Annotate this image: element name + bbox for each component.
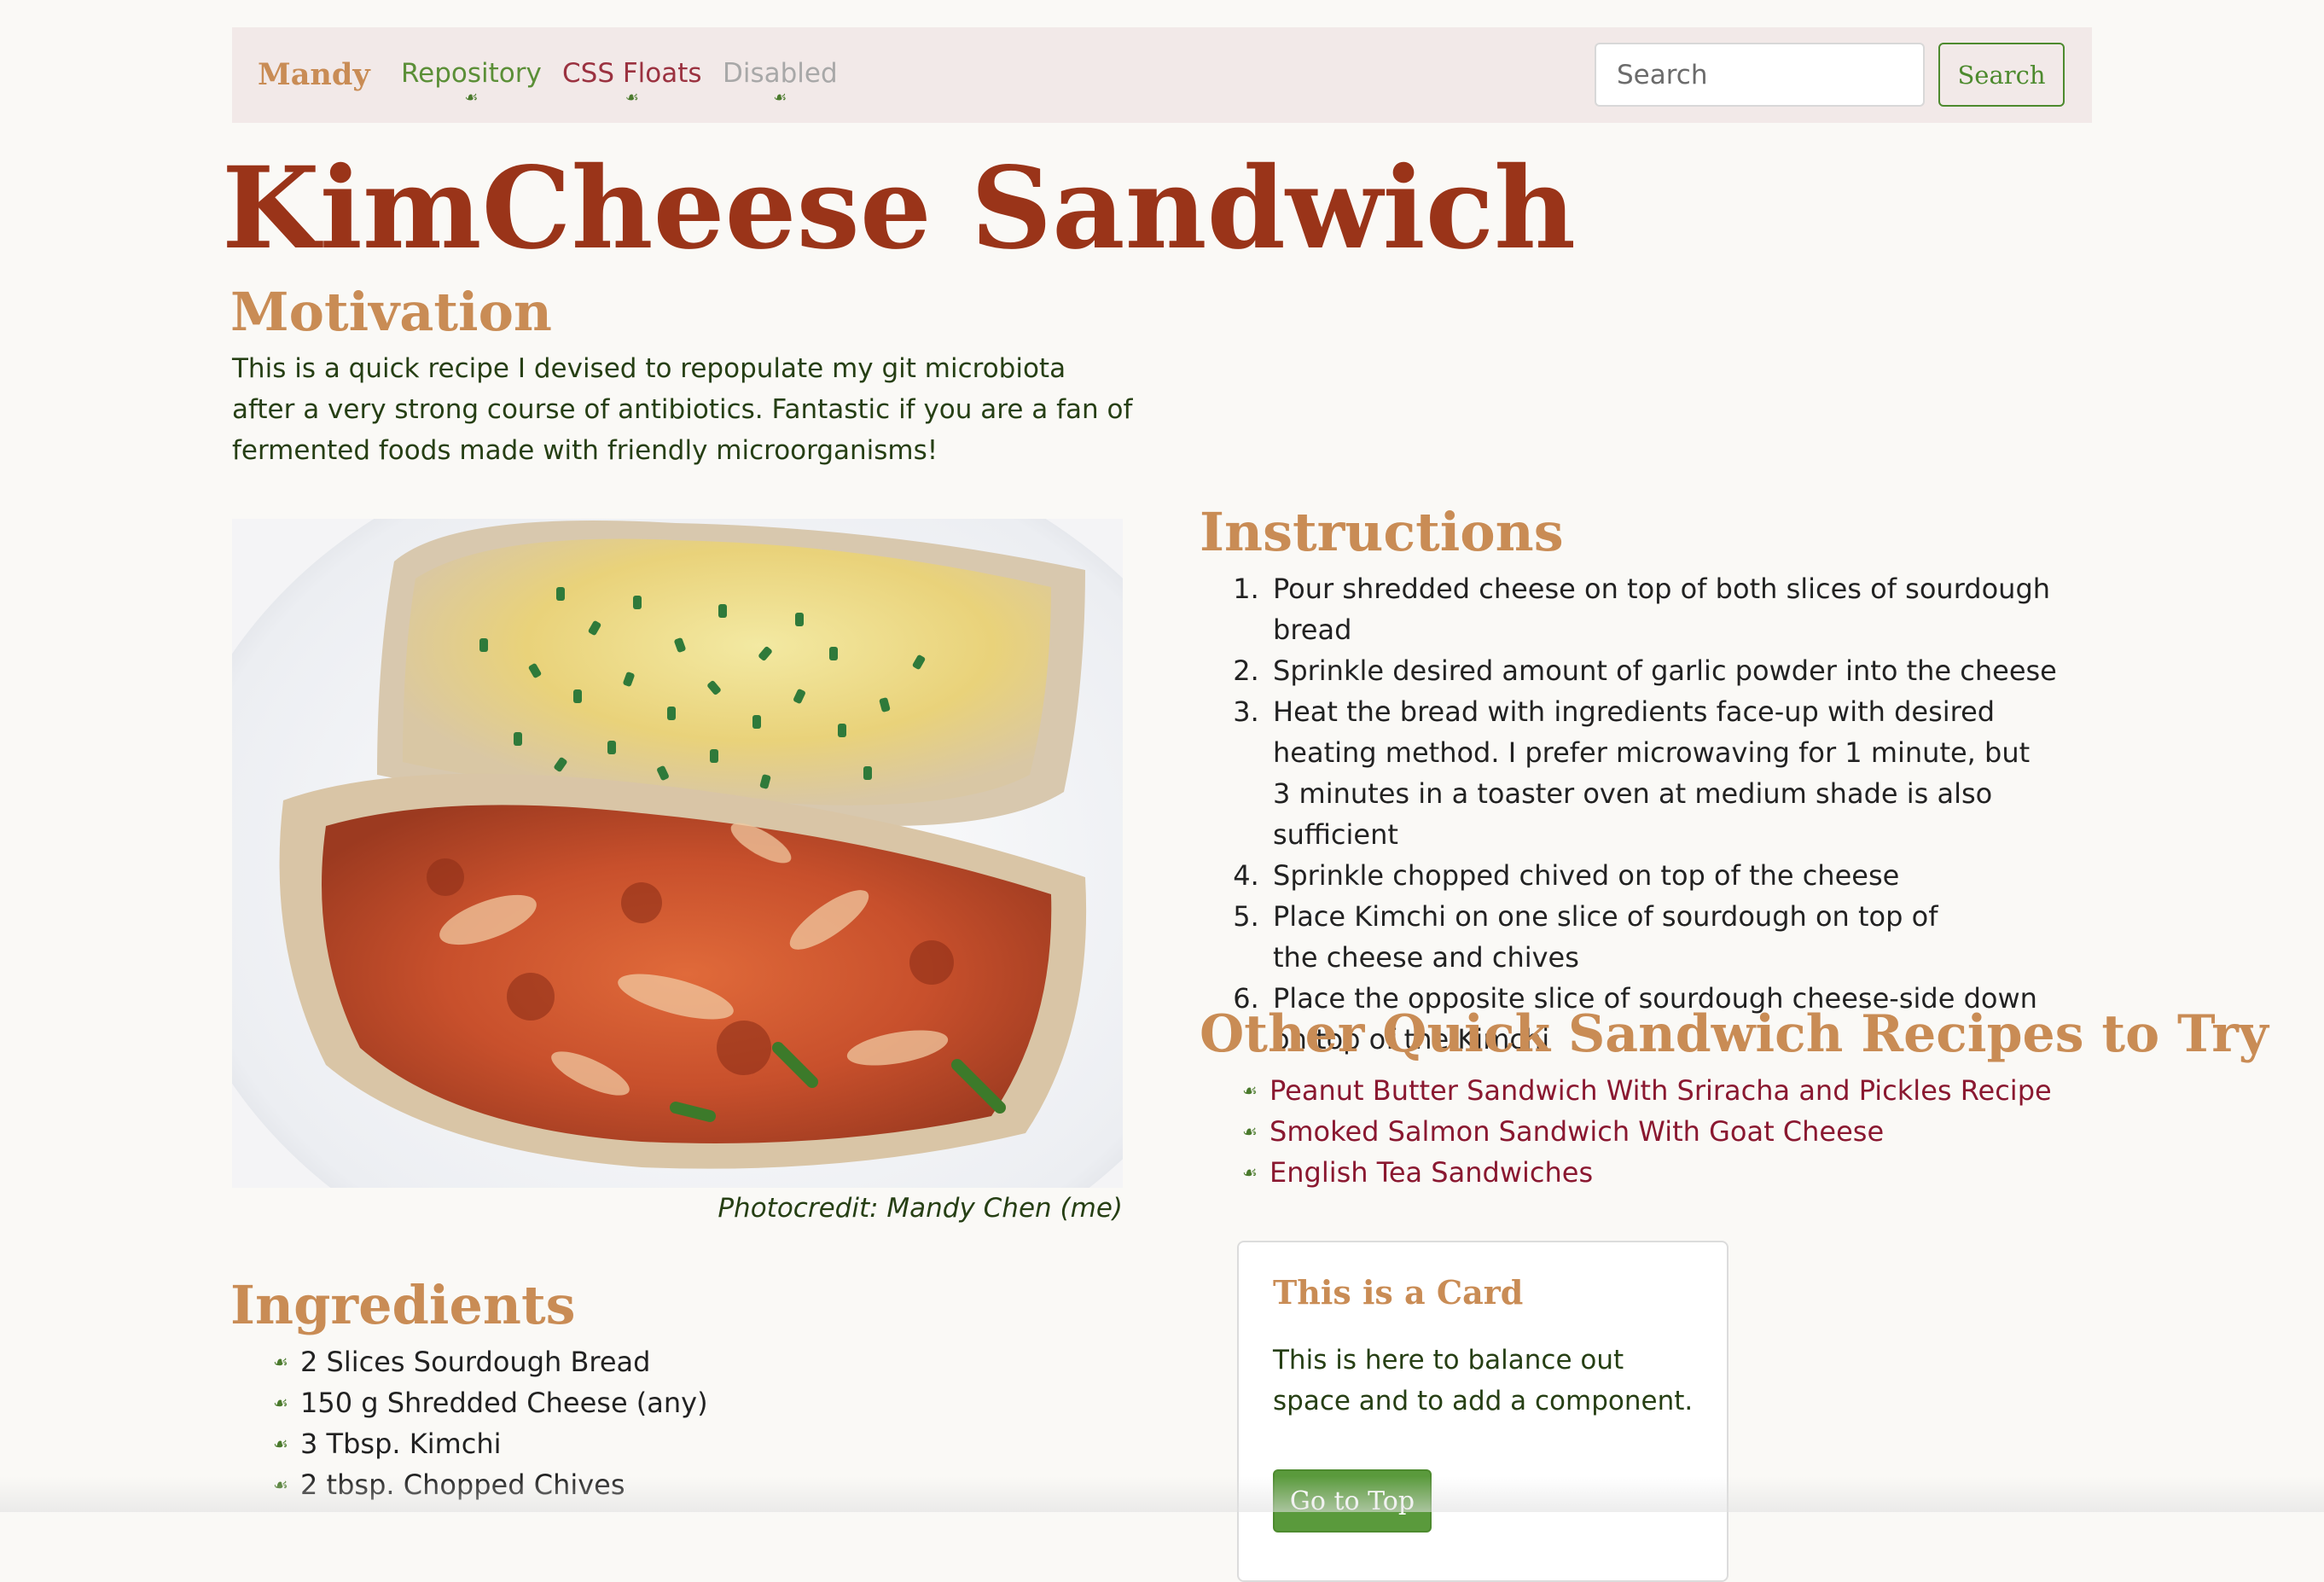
photo-caption: Photocredit: Mandy Chen (me) xyxy=(718,1193,1123,1224)
motivation-heading: Motivation xyxy=(230,281,552,343)
navbar: Mandy Repository ☙ CSS Floats ☙ Disabled… xyxy=(232,27,2092,123)
motivation-text: This is a quick recipe I devised to repo… xyxy=(232,353,1133,466)
ingredients-list: ☙ 2 Slices Sourdough Bread ☙ 150 g Shred… xyxy=(273,1341,708,1505)
nav-link-label: CSS Floats xyxy=(562,58,702,89)
ingredient-item: ☙ 3 Tbsp. Kimchi xyxy=(273,1423,708,1464)
search-input[interactable] xyxy=(1595,43,1925,107)
info-card: This is a Card This is here to balance o… xyxy=(1237,1241,1728,1582)
card-text: This is here to balance out space and to… xyxy=(1273,1345,1694,1416)
go-to-top-button[interactable]: Go to Top xyxy=(1273,1469,1432,1533)
leaf-icon: ☙ xyxy=(1242,1080,1258,1101)
search-button[interactable]: Search xyxy=(1938,43,2065,107)
card-title: This is a Card xyxy=(1273,1273,1524,1312)
leaf-icon: ☙ xyxy=(273,1434,288,1454)
ingredient-item: ☙ 150 g Shredded Cheese (any) xyxy=(273,1382,708,1423)
other-recipes-heading: Other Quick Sandwich Recipes to Try xyxy=(1200,1004,2269,1064)
instructions-heading: Instructions xyxy=(1200,501,1564,563)
leaf-icon: ☙ xyxy=(1242,1121,1258,1142)
nav-link-css-floats[interactable]: CSS Floats ☙ xyxy=(562,27,702,123)
list-item: ☙ Peanut Butter Sandwich With Sriracha a… xyxy=(1242,1070,2052,1111)
ingredient-label: 2 tbsp. Chopped Chives xyxy=(300,1469,625,1501)
ingredient-item: ☙ 2 Slices Sourdough Bread xyxy=(273,1341,708,1382)
recipe-link-peanut-butter[interactable]: Peanut Butter Sandwich With Sriracha and… xyxy=(1269,1074,2052,1107)
leaf-icon: ☙ xyxy=(273,1352,288,1372)
instruction-step: Pour shredded cheese on top of both slic… xyxy=(1268,568,2129,650)
nav-link-disabled: Disabled ☙ xyxy=(723,27,838,123)
ingredient-label: 3 Tbsp. Kimchi xyxy=(300,1428,502,1460)
nav-link-label: Repository xyxy=(401,58,542,89)
leaf-icon: ☙ xyxy=(464,89,479,107)
list-item: ☙ English Tea Sandwiches xyxy=(1242,1152,2052,1193)
other-recipes-list: ☙ Peanut Butter Sandwich With Sriracha a… xyxy=(1242,1070,2052,1193)
page-title: KimCheese Sandwich xyxy=(222,142,1577,275)
nav-link-label: Disabled xyxy=(723,58,838,89)
ingredient-label: 2 Slices Sourdough Bread xyxy=(300,1346,651,1378)
leaf-icon: ☙ xyxy=(625,89,639,107)
sandwich-photo xyxy=(232,519,1123,1188)
list-item: ☙ Smoked Salmon Sandwich With Goat Chees… xyxy=(1242,1111,2052,1152)
ingredient-item: ☙ 2 tbsp. Chopped Chives xyxy=(273,1464,708,1505)
recipe-link-smoked-salmon[interactable]: Smoked Salmon Sandwich With Goat Cheese xyxy=(1269,1115,1884,1148)
leaf-icon: ☙ xyxy=(773,89,787,107)
leaf-icon: ☙ xyxy=(1242,1162,1258,1183)
ingredients-heading: Ingredients xyxy=(230,1274,576,1336)
sandwich-image xyxy=(232,519,1123,1188)
instruction-step: Heat the bread with ingredients face-up … xyxy=(1268,691,2041,855)
ingredient-label: 150 g Shredded Cheese (any) xyxy=(300,1387,708,1419)
instruction-step: Sprinkle desired amount of garlic powder… xyxy=(1268,650,2129,691)
instruction-step: Sprinkle chopped chived on top of the ch… xyxy=(1268,855,2129,896)
recipe-link-english-tea[interactable]: English Tea Sandwiches xyxy=(1269,1156,1593,1189)
leaf-icon: ☙ xyxy=(273,1393,288,1413)
instructions-list: Pour shredded cheese on top of both slic… xyxy=(1229,568,2129,1060)
leaf-icon: ☙ xyxy=(273,1474,288,1495)
nav-link-repository[interactable]: Repository ☙ xyxy=(401,27,542,123)
brand-logo[interactable]: Mandy xyxy=(258,27,370,123)
instruction-step: Place Kimchi on one slice of sourdough o… xyxy=(1268,896,1972,978)
